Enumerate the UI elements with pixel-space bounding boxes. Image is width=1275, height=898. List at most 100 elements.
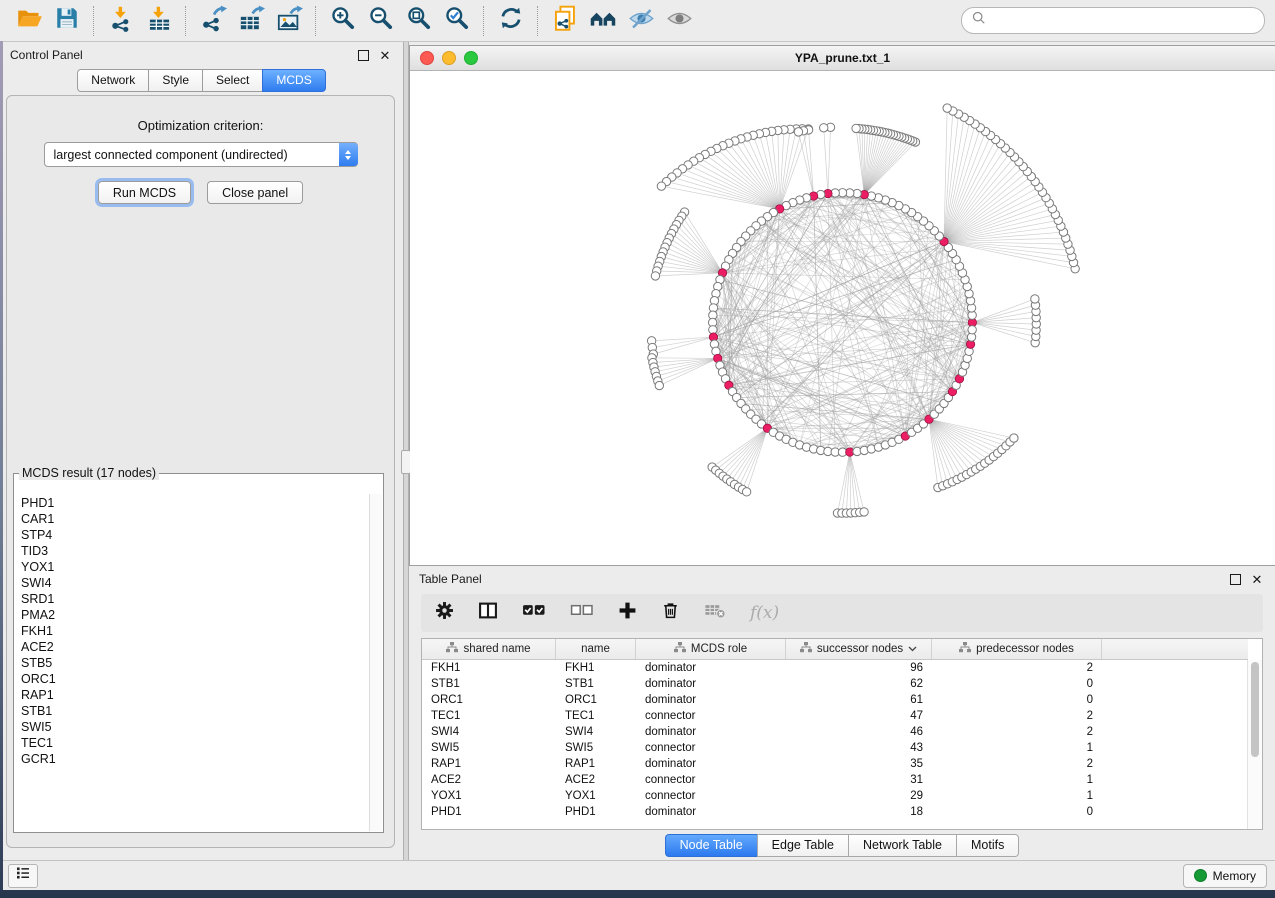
column-header-name[interactable]: name [556,639,636,659]
table-panel-header: Table Panel ✕ [409,566,1275,592]
table-scrollbar[interactable] [1247,660,1262,829]
table-row[interactable]: FKH1FKH1dominator962 [422,660,1248,676]
mcds-result-item[interactable]: CAR1 [21,511,363,527]
mcds-result-item[interactable]: ORC1 [21,671,363,687]
zoom-fit-button[interactable] [400,4,438,38]
mcds-result-item[interactable]: STB5 [21,655,363,671]
column-header-successor-nodes[interactable]: successor nodes [786,639,932,659]
zoom-in-button[interactable] [324,4,362,38]
network-view-window: YPA_prune.txt_1 [409,45,1275,566]
scrollbar-thumb[interactable] [1251,662,1259,757]
zoom-selected-button[interactable] [438,4,476,38]
network-search-box[interactable] [961,7,1265,34]
tab-node-table[interactable]: Node Table [665,834,758,857]
tab-network[interactable]: Network [77,69,149,92]
new-network-from-selection-button[interactable] [546,4,584,38]
cell-mcds-role: dominator [636,758,786,770]
mcds-result-item[interactable]: ACE2 [21,639,363,655]
close-icon: ✕ [380,49,391,62]
mcds-result-item[interactable]: PHD1 [21,495,363,511]
memory-button[interactable]: Memory [1183,864,1267,888]
table-row[interactable]: RAP1RAP1dominator352 [422,756,1248,772]
cell-predecessor-nodes: 1 [932,790,1102,802]
function-builder-button[interactable]: f(x) [750,603,779,623]
mcds-result-item[interactable]: STB1 [21,703,363,719]
table-row[interactable]: SWI4SWI4dominator462 [422,724,1248,740]
deselect-all-button[interactable] [570,603,594,623]
close-panel-button[interactable]: ✕ [377,47,393,63]
table-options-button[interactable] [435,601,454,625]
mcds-result-item[interactable]: GCR1 [21,751,363,767]
hide-selected-button[interactable] [622,4,660,38]
cell-mcds-role: dominator [636,662,786,674]
apply-layout-button[interactable] [492,4,530,38]
column-header-shared-name[interactable]: shared name [422,639,556,659]
mcds-result-item[interactable]: PMA2 [21,607,363,623]
tab-edge-table[interactable]: Edge Table [757,834,849,857]
table-row[interactable]: TEC1TEC1connector472 [422,708,1248,724]
cell-shared-name: RAP1 [422,758,556,770]
export-table-button[interactable] [232,4,270,38]
import-network-button[interactable] [102,4,140,38]
task-status-button[interactable] [8,864,38,888]
close-table-panel-button[interactable]: ✕ [1249,571,1265,587]
criterion-value: largest connected component (undirected) [45,148,339,162]
add-column-button[interactable] [618,601,637,625]
mcds-result-item[interactable]: SWI5 [21,719,363,735]
export-image-button[interactable] [270,4,308,38]
application-window: Control Panel ✕ NetworkStyleSelectMCDS O… [0,0,1275,890]
column-header-mcds-role[interactable]: MCDS role [636,639,786,659]
table-row[interactable]: SWI5SWI5connector431 [422,740,1248,756]
table-row[interactable]: ACE2ACE2connector311 [422,772,1248,788]
panel-splitter[interactable] [403,42,409,860]
column-label: MCDS role [691,643,747,655]
open-file-button[interactable] [10,4,48,38]
tab-network-table[interactable]: Network Table [848,834,957,857]
export-network-button[interactable] [194,4,232,38]
select-all-button[interactable] [522,603,546,623]
result-list-scrollbar[interactable] [369,494,382,831]
delete-table-button[interactable] [704,602,726,624]
hierarchy-icon [674,642,686,656]
mcds-result-item[interactable]: STP4 [21,527,363,543]
zoom-out-button[interactable] [362,4,400,38]
delete-column-button[interactable] [661,601,680,625]
tab-style[interactable]: Style [148,69,203,92]
task-list-icon [15,865,31,886]
mcds-result-item[interactable]: SWI4 [21,575,363,591]
mcds-result-title: MCDS result (17 nodes) [19,466,159,480]
dropdown-stepper-icon [339,143,358,166]
criterion-dropdown[interactable]: largest connected component (undirected) [44,142,358,167]
table-row[interactable]: STB1STB1dominator620 [422,676,1248,692]
network-graph[interactable] [410,71,1275,565]
zoom-fit-icon [406,5,432,36]
table-row[interactable]: YOX1YOX1connector291 [422,788,1248,804]
mcds-result-item[interactable]: YOX1 [21,559,363,575]
column-header-predecessor-nodes[interactable]: predecessor nodes [932,639,1102,659]
mcds-result-item[interactable]: FKH1 [21,623,363,639]
tab-mcds[interactable]: MCDS [262,69,325,92]
tab-select[interactable]: Select [202,69,263,92]
search-input[interactable] [992,13,1254,29]
network-canvas[interactable] [410,71,1275,565]
show-all-button[interactable] [660,4,698,38]
close-mcds-panel-button[interactable]: Close panel [207,181,303,204]
float-panel-button[interactable] [355,47,371,63]
show-columns-button[interactable] [478,601,498,625]
table-tabs: Node TableEdge TableNetwork TableMotifs [409,830,1275,860]
tab-motifs[interactable]: Motifs [956,834,1019,857]
cell-name: STB1 [556,678,636,690]
mcds-result-item[interactable]: SRD1 [21,591,363,607]
save-session-button[interactable] [48,4,86,38]
cell-successor-nodes: 96 [786,662,932,674]
table-row[interactable]: ORC1ORC1dominator610 [422,692,1248,708]
mcds-result-item[interactable]: TEC1 [21,735,363,751]
table-row[interactable]: PHD1PHD1dominator180 [422,804,1248,820]
run-mcds-button[interactable]: Run MCDS [98,181,191,204]
float-table-panel-button[interactable] [1227,571,1243,587]
import-table-button[interactable] [140,4,178,38]
unchecked-boxes-icon [570,603,594,623]
mcds-result-item[interactable]: RAP1 [21,687,363,703]
mcds-result-item[interactable]: TID3 [21,543,363,559]
first-neighbors-button[interactable] [584,4,622,38]
